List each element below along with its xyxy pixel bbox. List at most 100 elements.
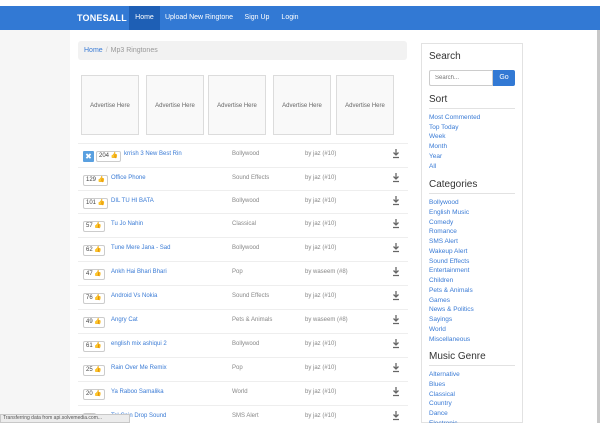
like-count[interactable]: 25 👍 (83, 365, 105, 376)
ad-slot-5[interactable]: Advertise Here (336, 75, 394, 135)
sort-heading: Sort (429, 94, 448, 105)
ringtone-author: by waseem (#8) (305, 317, 348, 323)
ringtone-title[interactable]: Rain Over Me Remix (111, 365, 167, 371)
category-link[interactable]: Entertainment (429, 266, 469, 275)
thumbs-up-icon: 👍 (110, 153, 119, 159)
nav-home[interactable]: Home (129, 6, 160, 30)
ringtone-author: by jaz (#10) (305, 245, 337, 251)
download-icon[interactable] (391, 362, 401, 374)
ringtone-title[interactable]: Tu Jo Nahin (111, 221, 143, 227)
thumbs-up-icon: 👍 (94, 343, 102, 349)
ringtone-author: by jaz (#10) (305, 293, 337, 299)
ringtone-title[interactable]: Angry Cat (111, 317, 138, 323)
ringtone-title[interactable]: Ankh Hai Bhari Bhari (111, 269, 167, 275)
ringtone-category: Bollywood (232, 151, 260, 157)
like-count[interactable]: 61 👍 (83, 341, 105, 352)
sort-link[interactable]: Top Today (429, 123, 459, 132)
download-icon[interactable] (391, 290, 401, 302)
divider (429, 108, 515, 109)
category-link[interactable]: Pets & Animals (429, 286, 473, 295)
like-count-value: 20 (86, 391, 93, 397)
brand-logo[interactable]: TONESALL (77, 6, 127, 30)
like-count[interactable]: 129 👍 (83, 175, 109, 186)
breadcrumb: Home / Mp3 Ringtones (78, 41, 407, 60)
like-count[interactable]: 49 👍 (83, 317, 105, 328)
category-link[interactable]: Miscellaneous (429, 335, 470, 344)
ringtone-author: by jaz (#10) (305, 198, 337, 204)
like-count[interactable]: 204 👍 (96, 151, 122, 162)
ringtone-title[interactable]: krrish 3 New Best Rin (124, 151, 182, 157)
search-heading: Search (429, 51, 461, 62)
sort-link[interactable]: All (429, 162, 436, 171)
thumbs-up-icon: 👍 (94, 223, 102, 229)
like-count[interactable]: 76 👍 (83, 293, 105, 304)
like-count[interactable]: 20 👍 (83, 389, 105, 400)
ringtone-category: Pets & Animals (232, 317, 273, 323)
like-count-value: 57 (86, 223, 93, 229)
category-link[interactable]: SMS Alert (429, 237, 458, 246)
category-link[interactable]: Wakeup Alert (429, 247, 467, 256)
download-icon[interactable] (391, 148, 401, 160)
thumbs-up-icon: 👍 (94, 367, 102, 373)
ad-slot-3[interactable]: Advertise Here (208, 75, 266, 135)
ringtone-category: SMS Alert (232, 413, 259, 419)
search-input[interactable] (429, 70, 493, 86)
nav-upload[interactable]: Upload New Ringtone (163, 6, 235, 30)
genre-link[interactable]: Electronic (429, 419, 458, 423)
ringtone-row: 129 👍 Office Phone Sound Effects by jaz (#1… (78, 167, 408, 191)
download-icon[interactable] (391, 242, 401, 254)
download-icon[interactable] (391, 266, 401, 278)
like-count[interactable]: 47 👍 (83, 269, 105, 280)
ringtone-title[interactable]: Ya Raboo Samalika (111, 389, 164, 395)
category-link[interactable]: Comedy (429, 218, 453, 227)
category-link[interactable]: Sayings (429, 315, 452, 324)
nav-login[interactable]: Login (278, 6, 302, 30)
ad-slot-1[interactable]: Advertise Here (81, 75, 139, 135)
download-icon[interactable] (391, 172, 401, 184)
download-icon[interactable] (391, 314, 401, 326)
close-icon[interactable]: ✖ (83, 151, 94, 162)
like-count-value: 76 (86, 295, 93, 301)
ringtone-title[interactable]: Android Vs Nokia (111, 293, 157, 299)
ad-slot-4[interactable]: Advertise Here (273, 75, 331, 135)
ringtone-category: Sound Effects (232, 293, 270, 299)
download-icon[interactable] (391, 195, 401, 207)
genre-link[interactable]: Classical (429, 390, 455, 399)
ringtone-row: 101 👍 DIL TU HI BATA Bollywood by jaz (#10) (78, 190, 408, 214)
navbar: TONESALL Home Upload New Ringtone Sign U… (0, 6, 600, 30)
ringtone-title[interactable]: Tune Mere Jana - Sad (111, 245, 170, 251)
download-icon[interactable] (391, 218, 401, 230)
category-link[interactable]: English Music (429, 208, 469, 217)
genre-link[interactable]: Blues (429, 380, 445, 389)
breadcrumb-home[interactable]: Home (84, 47, 103, 54)
download-icon[interactable] (391, 386, 401, 398)
sort-link[interactable]: Month (429, 142, 447, 151)
genre-link[interactable]: Country (429, 399, 452, 408)
sort-link[interactable]: Most Commented (429, 113, 480, 122)
genre-link[interactable]: Dance (429, 409, 448, 418)
genre-link[interactable]: Alternative (429, 370, 460, 379)
ringtone-title[interactable]: english mix ashiqui 2 (111, 341, 167, 347)
category-link[interactable]: Sound Effects (429, 257, 469, 266)
sort-link[interactable]: Year (429, 152, 442, 161)
category-link[interactable]: News & Politics (429, 305, 474, 314)
category-link[interactable]: World (429, 325, 446, 334)
ringtone-row: 49 👍 Angry Cat Pets & Animals by waseem (#8… (78, 309, 408, 333)
sort-link[interactable]: Week (429, 132, 446, 141)
like-count[interactable]: 101 👍 (83, 198, 109, 209)
ringtone-title[interactable]: DIL TU HI BATA (111, 198, 154, 204)
ringtone-title[interactable]: Office Phone (111, 175, 146, 181)
category-link[interactable]: Romance (429, 227, 457, 236)
category-link[interactable]: Games (429, 296, 450, 305)
search-go-button[interactable]: Go (493, 70, 515, 86)
like-count[interactable]: 57 👍 (83, 221, 105, 232)
like-count[interactable]: 62 👍 (83, 245, 105, 256)
ringtone-category: Pop (232, 365, 243, 371)
thumbs-up-icon: 👍 (94, 271, 102, 277)
download-icon[interactable] (391, 410, 401, 422)
nav-signup[interactable]: Sign Up (240, 6, 274, 30)
ad-slot-2[interactable]: Advertise Here (146, 75, 204, 135)
category-link[interactable]: Bollywood (429, 198, 459, 207)
download-icon[interactable] (391, 338, 401, 350)
category-link[interactable]: Children (429, 276, 453, 285)
